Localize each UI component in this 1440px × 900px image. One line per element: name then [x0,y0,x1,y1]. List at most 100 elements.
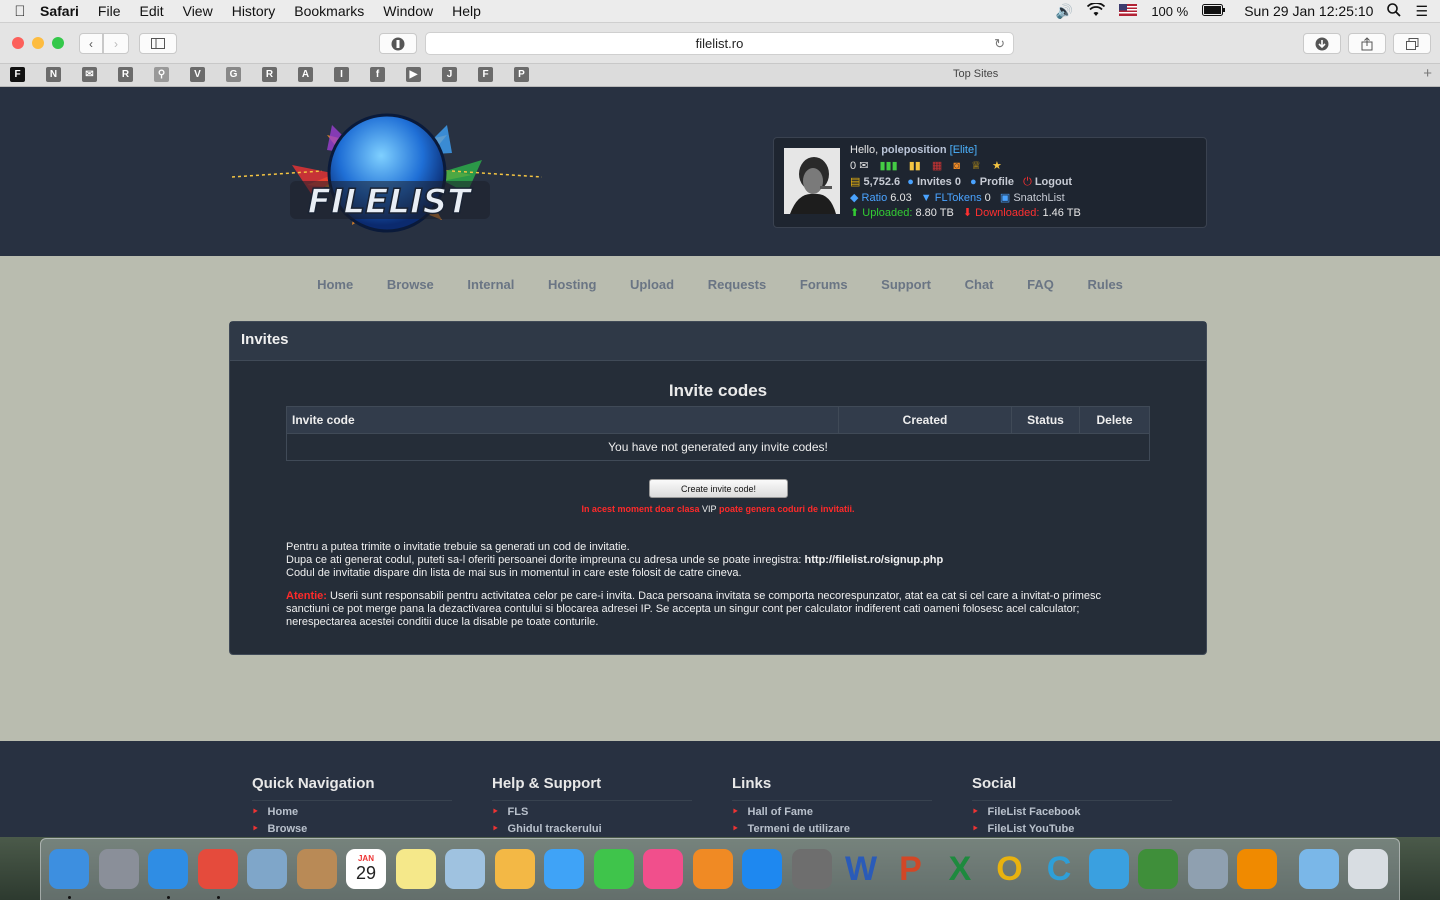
favorite-google-icon[interactable]: G [226,67,241,82]
nav-upload[interactable]: Upload [630,277,674,292]
logout-link[interactable]: Logout [1035,176,1072,188]
chart-icon[interactable]: ▮▮ [909,160,921,172]
favorite-a-icon[interactable]: A [298,67,313,82]
vlc-icon[interactable] [1237,849,1277,889]
bonus-points[interactable]: 5,752.6 [863,176,900,188]
contacts-icon[interactable] [296,849,337,889]
downloads-button[interactable] [1303,33,1341,54]
invites-link[interactable]: Invites 0 [917,176,961,188]
apple-menu-icon[interactable]:  [0,3,40,20]
nav-requests[interactable]: Requests [708,277,767,292]
footer-link-ghid[interactable]: Ghidul trackerului [492,822,692,835]
finder-icon[interactable] [49,849,89,889]
photos-icon[interactable] [494,849,535,889]
footer-link-youtube[interactable]: FileList YouTube [972,822,1172,835]
favorite-youtube-icon[interactable]: ▶ [406,67,421,82]
stats-bars-icon[interactable]: ▮▮▮ [879,160,897,172]
spotlight-search-icon[interactable] [1387,2,1402,20]
favorite-r-icon[interactable]: R [118,67,133,82]
top-sites-label[interactable]: Top Sites [953,68,998,80]
us-flag-icon[interactable] [1119,3,1138,19]
nav-browse[interactable]: Browse [387,277,434,292]
gift-icon[interactable]: ▦ [932,160,942,172]
outlook-icon[interactable]: O [990,849,1030,889]
nav-forums[interactable]: Forums [800,277,848,292]
footer-link-browse[interactable]: Browse [252,822,452,835]
nav-chat[interactable]: Chat [965,277,994,292]
close-window-button[interactable] [12,37,24,49]
favorite-p-icon[interactable]: P [514,67,529,82]
trophy-icon[interactable]: ♕ [971,160,981,172]
reload-icon[interactable]: ↻ [994,33,1005,54]
nav-support[interactable]: Support [881,277,931,292]
system-preferences-icon[interactable] [791,849,832,889]
menu-help[interactable]: Help [452,3,481,19]
favorite-facebook-icon[interactable]: f [370,67,385,82]
calendar-icon[interactable]: JAN 29 [346,849,386,889]
footer-link-facebook[interactable]: FileList Facebook [972,805,1172,818]
favorite-f-icon[interactable]: F [478,67,493,82]
new-tab-plus-icon[interactable]: + [1423,65,1432,82]
snatchlist-link[interactable]: SnatchList [1013,192,1064,204]
nav-hosting[interactable]: Hosting [548,277,596,292]
user-avatar[interactable] [784,148,840,214]
fltokens-link[interactable]: FLTokens [935,192,982,204]
app-store-icon[interactable] [742,849,782,889]
share-button[interactable] [1348,33,1386,54]
messenger-icon[interactable] [1088,849,1129,889]
profile-link[interactable]: Profile [980,176,1014,188]
messages-icon[interactable] [544,849,584,889]
battery-percent[interactable]: 100 % [1151,4,1188,19]
messages-count[interactable]: 0 [850,160,856,172]
favorite-j-icon[interactable]: J [442,67,457,82]
launchpad-icon[interactable] [98,849,139,889]
favorite-v-icon[interactable]: V [190,67,205,82]
chrome-icon[interactable] [197,849,238,889]
favorite-i-icon[interactable]: I [334,67,349,82]
rss-icon[interactable]: ◙ [953,160,960,172]
notes-icon[interactable] [395,849,436,889]
volume-icon[interactable]: 🔊 [1056,3,1073,20]
favorite-filelist-icon[interactable]: F [10,67,25,82]
menu-app-safari[interactable]: Safari [40,3,79,19]
tabs-overview-button[interactable] [1393,33,1431,54]
powerpoint-icon[interactable]: P [891,849,931,889]
menu-edit[interactable]: Edit [139,3,163,19]
menu-view[interactable]: View [183,3,213,19]
favorite-mail-icon[interactable]: ✉ [82,67,97,82]
favorite-r2-icon[interactable]: R [262,67,277,82]
privacy-button[interactable] [379,33,417,54]
ibooks-icon[interactable] [692,849,733,889]
menu-window[interactable]: Window [383,3,433,19]
create-invite-button[interactable]: Create invite code! [649,479,788,498]
envelope-icon[interactable]: ✉ [859,160,868,172]
username-link[interactable]: poleposition [881,144,946,156]
minimize-window-button[interactable] [32,37,44,49]
preview-icon[interactable] [247,849,287,889]
forward-button[interactable]: › [103,33,129,54]
battery-icon[interactable] [1202,3,1226,19]
itunes-icon[interactable] [643,849,683,889]
word-icon[interactable]: W [841,849,881,889]
maximize-window-button[interactable] [52,37,64,49]
network-icon[interactable] [1138,849,1178,889]
star-icon[interactable]: ★ [992,160,1002,172]
favorite-tree-icon[interactable]: ⚲ [154,67,169,82]
clock[interactable]: Sun 29 Jan 12:25:10 [1244,3,1373,19]
signup-link[interactable]: http://filelist.ro/signup.php [805,554,944,566]
trash-icon[interactable] [1348,849,1388,889]
filelist-logo[interactable]: FILELIST [232,105,542,243]
excel-icon[interactable]: X [940,849,980,889]
safari-icon[interactable] [148,849,188,889]
footer-link-terms[interactable]: Termeni de utilizare [732,822,932,835]
nav-faq[interactable]: FAQ [1027,277,1054,292]
menu-file[interactable]: File [98,3,121,19]
back-button[interactable]: ‹ [79,33,103,54]
satellite-icon[interactable] [1187,849,1228,889]
sidebar-toggle-button[interactable] [139,33,177,54]
favorite-n-icon[interactable]: N [46,67,61,82]
menu-bookmarks[interactable]: Bookmarks [294,3,364,19]
nav-home[interactable]: Home [317,277,353,292]
wifi-icon[interactable] [1087,1,1106,20]
photo-browser-icon[interactable] [445,849,485,889]
